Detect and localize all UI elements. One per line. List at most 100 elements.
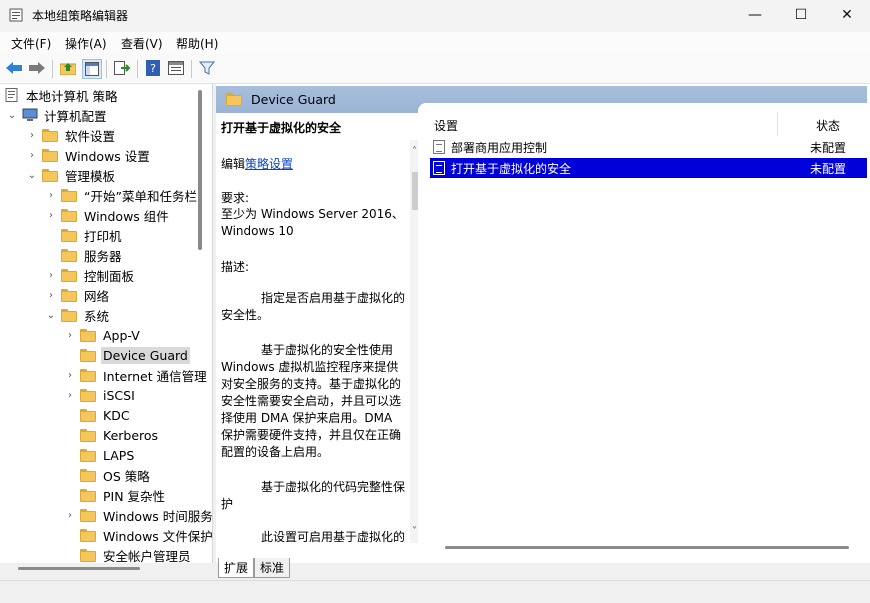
menu-help[interactable]: 帮助(H) (176, 35, 218, 52)
tree-label: Device Guard (101, 346, 190, 364)
maximize-button[interactable]: ☐ (778, 0, 824, 30)
folder-icon (80, 528, 96, 542)
tree-label: PIN 复杂性 (103, 488, 166, 504)
menu-file[interactable]: 文件(F) (11, 35, 51, 52)
computer-icon (22, 108, 38, 121)
policy-document-icon (5, 88, 18, 102)
tree-item-windows-settings[interactable]: › Windows 设置 (26, 145, 152, 165)
folder-icon (80, 348, 96, 362)
filter-icon[interactable] (198, 59, 216, 77)
tree-item-kerberos[interactable]: Kerberos (64, 425, 160, 445)
tree-item-kdc[interactable]: KDC (64, 405, 132, 425)
chevron-right-icon[interactable]: › (26, 149, 38, 161)
tree-item-start-menu[interactable]: › “开始”菜单和任务栏 (45, 185, 199, 205)
window-title: 本地组策略编辑器 (32, 9, 129, 23)
tree-item-sam[interactable]: 安全帐户管理员 (64, 545, 193, 563)
tree-item-os-policy[interactable]: OS 策略 (64, 465, 152, 485)
tree-item-laps[interactable]: LAPS (64, 445, 136, 465)
folder-icon (80, 548, 96, 562)
description-label: 描述: (221, 260, 250, 274)
up-folder-icon[interactable] (59, 59, 77, 77)
list-row[interactable]: 部署商用应用控制 未配置 (430, 137, 867, 157)
scroll-down-icon[interactable]: ˅ (412, 526, 417, 537)
list-horizontal-scrollbar[interactable] (445, 546, 849, 549)
chevron-down-icon[interactable]: ⌄ (45, 309, 57, 321)
tree-label: 系统 (84, 308, 110, 324)
chevron-down-icon[interactable]: ⌄ (26, 169, 38, 181)
properties-icon[interactable] (167, 59, 185, 77)
column-header-state[interactable]: 状态 (816, 117, 840, 134)
folder-icon (80, 368, 96, 382)
tree-item-app-v[interactable]: › App-V (64, 325, 142, 345)
tree-item-software-settings[interactable]: › 软件设置 (26, 125, 117, 145)
column-divider[interactable] (777, 112, 778, 136)
tree-item-windows-file-protection[interactable]: Windows 文件保护 (64, 525, 213, 545)
tree-label: 网络 (84, 288, 110, 304)
tree-item-device-guard[interactable]: Device Guard (64, 345, 190, 365)
tree-item-admin-templates[interactable]: ⌄ 管理模板 (26, 165, 117, 185)
tree-item-windows-components[interactable]: › Windows 组件 (45, 205, 171, 225)
tree-horizontal-scrollbar[interactable] (18, 567, 140, 570)
list-row-selected[interactable]: 打开基于虚拟化的安全 未配置 (430, 158, 867, 178)
folder-icon (80, 468, 96, 482)
tree-label: App-V (103, 327, 140, 343)
scroll-up-icon[interactable]: ˄ (412, 146, 417, 157)
chevron-right-icon[interactable]: › (64, 329, 76, 341)
status-bar (0, 580, 870, 603)
description-para-3: 基于虚拟化的代码完整性保护 (221, 480, 406, 511)
tab-standard[interactable]: 标准 (254, 558, 291, 578)
chevron-right-icon[interactable]: › (64, 509, 76, 521)
tree-label: 打印机 (84, 228, 122, 244)
minimize-button[interactable]: — (732, 0, 778, 30)
setting-name: 部署商用应用控制 (451, 140, 548, 155)
policy-setting-icon (433, 140, 445, 154)
show-hide-tree-icon[interactable] (82, 59, 102, 79)
tree-label: Windows 文件保护 (103, 528, 213, 544)
tree-label: KDC (103, 407, 130, 423)
description-panel: 打开基于虚拟化的安全 编辑策略设置 要求: 至少为 Windows Server… (216, 113, 410, 543)
tree-item-network[interactable]: › 网络 (45, 285, 111, 305)
menu-action[interactable]: 操作(A) (65, 35, 107, 52)
tree-item-windows-time[interactable]: › Windows 时间服务 (64, 505, 212, 525)
setting-name: 打开基于虚拟化的安全 (451, 161, 572, 176)
tree-item-internet-comm[interactable]: › Internet 通信管理 (64, 365, 209, 385)
chevron-right-icon[interactable]: › (45, 289, 57, 301)
tree-item-printers[interactable]: 打印机 (45, 225, 124, 245)
tree-item-control-panel[interactable]: › 控制面板 (45, 265, 136, 285)
chevron-right-icon[interactable]: › (45, 269, 57, 281)
tree-item-system[interactable]: ⌄ 系统 (45, 305, 111, 325)
tree-vertical-scrollbar[interactable] (198, 90, 202, 250)
chevron-right-icon[interactable]: › (26, 129, 38, 141)
policy-setting-icon (433, 161, 445, 175)
close-button[interactable]: ✕ (824, 0, 870, 30)
forward-icon[interactable] (28, 59, 46, 77)
back-icon[interactable] (5, 59, 23, 77)
tree-root[interactable]: 本地计算机 策略 (4, 85, 119, 105)
chevron-right-icon[interactable]: › (45, 189, 57, 201)
folder-icon (61, 288, 77, 302)
tree-label: 服务器 (84, 248, 122, 264)
tree-item-server[interactable]: 服务器 (45, 245, 124, 265)
requirements-text: 至少为 Windows Server 2016、Windows 10 (221, 207, 404, 238)
tree-label: Windows 设置 (65, 148, 150, 164)
chevron-down-icon[interactable]: ⌄ (6, 109, 18, 121)
tree-item-pin-complexity[interactable]: PIN 复杂性 (64, 485, 167, 505)
folder-icon (80, 328, 96, 342)
chevron-right-icon[interactable]: › (64, 369, 76, 381)
chevron-right-icon[interactable]: › (64, 389, 76, 401)
tab-extended[interactable]: 扩展 (218, 558, 255, 578)
tree-label: iSCSI (103, 387, 135, 403)
export-list-icon[interactable] (113, 59, 131, 77)
column-header-setting[interactable]: 设置 (434, 117, 458, 134)
chevron-right-icon[interactable]: › (45, 209, 57, 221)
help-icon[interactable]: ? (144, 59, 162, 77)
tree-label: Kerberos (103, 427, 159, 443)
tree-label: 管理模板 (65, 168, 116, 184)
menu-view[interactable]: 查看(V) (121, 35, 163, 52)
tree-item-computer-config[interactable]: ⌄ 计算机配置 (6, 105, 109, 125)
tree-item-iscsi[interactable]: › iSCSI (64, 385, 137, 405)
folder-icon (80, 388, 96, 402)
edit-policy-link[interactable]: 策略设置 (245, 157, 293, 171)
folder-icon (80, 488, 96, 502)
tree-label: 本地计算机 策略 (26, 88, 118, 104)
